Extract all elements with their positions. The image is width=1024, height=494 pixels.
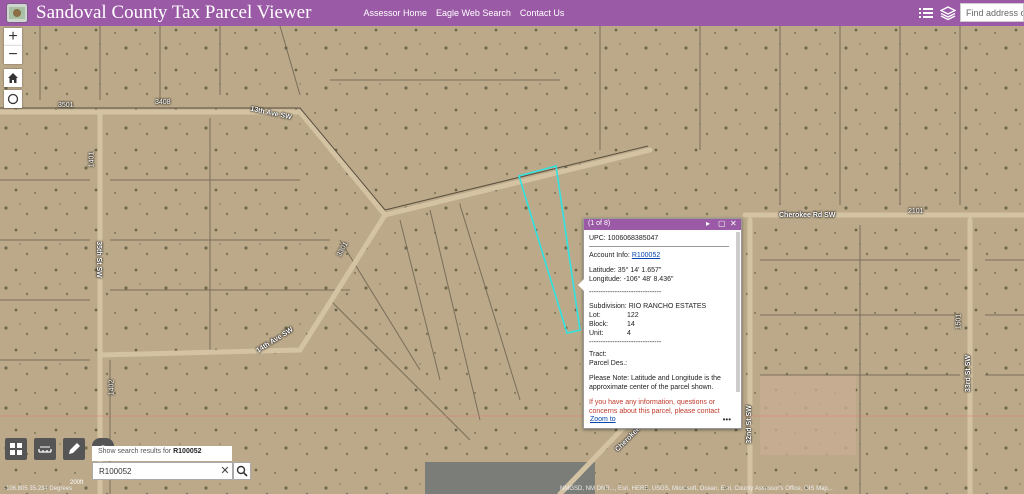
unit-label: Unit: (589, 330, 604, 337)
popup-longitude: Longitude: -106° 48' 8.436" (589, 276, 674, 283)
basemap-gallery-button[interactable] (5, 438, 27, 460)
parcel-search-input[interactable]: R100052 (92, 462, 233, 480)
road-label-35th-st: 35th St SW (94, 241, 102, 278)
more-actions-button[interactable]: ••• (723, 415, 731, 424)
zoom-to-link[interactable]: Zoom to (590, 416, 616, 423)
popup-tract: Tract: (589, 351, 607, 358)
search-suggestion-prefix: Show search results for (98, 448, 172, 455)
draw-button[interactable] (63, 438, 85, 460)
nav-eagle-web-search[interactable]: Eagle Web Search (436, 8, 511, 18)
block-value: 14 (627, 321, 635, 328)
county-logo (6, 3, 28, 23)
zoom-out-button[interactable]: − (4, 46, 22, 64)
close-icon[interactable]: ✕ (730, 219, 737, 228)
popup-note: Please Note: Latitude and Longitude is t… (589, 375, 721, 391)
popup-parcel-des: Parcel Des.: (589, 360, 628, 367)
locate-icon (7, 93, 19, 105)
layers-icon[interactable] (939, 5, 957, 21)
popup-unit: Unit: 4 (589, 329, 729, 338)
unit-value: 4 (627, 330, 631, 337)
legend-list-icon[interactable] (918, 5, 934, 21)
block-label: Block: (589, 321, 609, 328)
grid-icon (10, 443, 22, 455)
popup-block: Block: 14 (589, 320, 729, 329)
search-submit-button[interactable] (233, 462, 251, 480)
popup-account: Account Info: R100052 (589, 251, 729, 260)
measure-button[interactable] (34, 438, 56, 460)
pencil-icon (69, 443, 80, 454)
search-icon (236, 465, 248, 477)
popup-scrollbar[interactable] (736, 232, 740, 392)
popup-dashes: ------------------------------- (589, 339, 662, 346)
app-header: Sandoval County Tax Parcel Viewer Assess… (0, 0, 1024, 26)
maximize-icon[interactable]: ▢ (718, 219, 726, 228)
popup-pointer (578, 279, 584, 291)
home-icon (8, 73, 18, 83)
map-attribution: NMGSD, NM DNR..., Esri, HERE, USGS, Micr… (560, 486, 833, 492)
lot-value: 122 (627, 312, 639, 319)
popup-subdivision: Subdivision: RIO RANCHO ESTATES (589, 303, 707, 310)
popup-content: UPC: 1006068385047 Account Info: R100052… (589, 234, 729, 419)
map-view[interactable]: 13th Ave SW 14th Ave SW 35th St SW 33rd … (0, 26, 1024, 494)
road-label-cherokee-rd: Cherokee Rd SW (779, 212, 836, 219)
popup-upc: UPC: 1006068385047 (589, 235, 659, 242)
popup-lot: Lot: 122 (589, 311, 729, 320)
coordinate-readout: -106.805 35.234 Degrees (4, 486, 73, 492)
popup-header: (1 of 8) ▸ ▢ ✕ (584, 219, 741, 230)
search-toggle-button[interactable] (92, 438, 114, 453)
address-number: 2101 (908, 208, 924, 215)
search-suggestion[interactable]: Show search results for R100052 (92, 446, 232, 461)
locate-button[interactable] (4, 90, 22, 108)
address-number: 1401 (88, 151, 96, 168)
measure-icon (38, 446, 52, 453)
popup-contact: If you have any information, questions o… (589, 399, 720, 415)
account-link[interactable]: R100052 (632, 252, 660, 259)
address-search-input[interactable]: Find address or (960, 3, 1024, 22)
popup-latitude: Latitude: 35° 14' 1.657" (589, 267, 662, 274)
zoom-in-button[interactable]: + (4, 28, 22, 46)
next-feature-icon[interactable]: ▸ (706, 219, 710, 228)
lot-label: Lot: (589, 312, 601, 319)
nav-assessor-home[interactable]: Assessor Home (363, 8, 427, 18)
clear-search-button[interactable]: ✕ (218, 462, 232, 480)
popup-footer: Zoom to (590, 416, 616, 423)
address-number: 1501 (955, 313, 963, 330)
address-number: 3408 (155, 99, 171, 106)
popup-dashes: ------------------------------- (589, 289, 662, 296)
road-label-32nd-st: 32nd St SW (745, 405, 753, 444)
search-suggestion-term: R100052 (173, 448, 202, 455)
road-label-33rd-st: 33rd St SW (964, 355, 972, 392)
address-number: 3501 (58, 102, 74, 109)
popup-divider (589, 246, 729, 247)
account-label: Account Info: (589, 252, 630, 259)
aerial-imagery (0, 26, 1024, 494)
nav-contact-us[interactable]: Contact Us (520, 8, 565, 18)
header-nav: Assessor Home Eagle Web Search Contact U… (363, 8, 573, 18)
app-title: Sandoval County Tax Parcel Viewer (36, 2, 312, 23)
popup-counter: (1 of 8) (588, 220, 611, 227)
parcel-popup: (1 of 8) ▸ ▢ ✕ UPC: 1006068385047 Accoun… (578, 218, 742, 429)
home-button[interactable] (4, 69, 22, 87)
address-number: 1402 (108, 379, 116, 396)
